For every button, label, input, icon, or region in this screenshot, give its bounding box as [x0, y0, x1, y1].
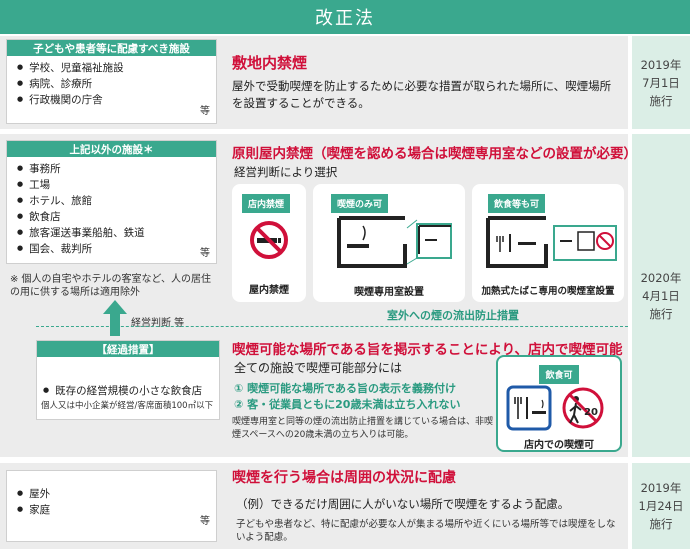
section3-box: 屋外 家庭 等: [6, 470, 217, 542]
section3-note: 子どもや患者など、特に配慮が必要な人が集まる場所や近くにいる場所等では喫煙をしな…: [236, 519, 616, 543]
list-item: ホテル、旅館: [17, 194, 216, 210]
section2-note: ※ 個人の自宅やホテルの客室など、人の居住の用に供する場所は適用除外: [10, 274, 212, 298]
section2-list: 事務所 工場 ホテル、旅館 飲食店 旅客運送事業船舶、鉄道 国会、裁判所: [7, 157, 216, 258]
card-no-smoking: 店内禁煙 屋内禁煙: [232, 184, 306, 302]
date-year: 2019年: [640, 481, 682, 495]
heated-tobacco-room-icon: [486, 216, 617, 268]
divider: [36, 326, 628, 327]
section3-date: 2019年 1月24日 施行: [632, 463, 690, 549]
transition-sub: 個人又は中小企業が経営/客席面積100㎡以下: [41, 401, 214, 411]
date-enforce: 施行: [649, 517, 673, 531]
card-tag: 飲食等も可: [488, 194, 546, 213]
list-item: 行政機関の庁舎: [17, 93, 216, 109]
list-item: 家庭: [17, 503, 216, 519]
no-smoking-icon: [250, 221, 288, 259]
date-day: 7月1日: [642, 75, 680, 90]
section3-title: 喫煙を行う場合は周囲の状況に配慮: [232, 470, 456, 486]
date-year: 2020年: [640, 270, 682, 285]
card-caption: 喫煙専用室設置: [354, 287, 424, 298]
section1-list: 学校、児童福祉施設 病院、診療所 行政機関の庁舎: [7, 56, 216, 109]
section2-date: 2020年 4月1日 施行: [632, 134, 690, 457]
transition-label: 【経過措置】: [37, 341, 219, 357]
section1-title: 敷地内禁煙: [232, 54, 308, 72]
smoking-room-icon: [337, 216, 452, 268]
transition-point-1: ① 喫煙可能な場所である旨の表示を義務付け: [234, 382, 457, 395]
arrow-up-icon: [103, 300, 127, 336]
list-item: 工場: [17, 178, 216, 194]
card-tag: 店内禁煙: [242, 194, 291, 213]
card-smoking-allowed: 飲食可 20 店内での喫煙可: [496, 355, 622, 452]
section3-etc: 等: [200, 516, 210, 527]
section3-list: 屋外 家庭: [7, 471, 216, 519]
section2-facilities-box: 上記以外の施設＊ 事務所 工場 ホテル、旅館 飲食店 旅客運送事業船舶、鉄道 国…: [6, 140, 217, 264]
transition-footnote: 喫煙専用室と同等の煙の流出防止措置を講じている場合は、非喫煙スペースへの20歳未…: [232, 417, 494, 440]
transition-point-2: ② 客・従業員ともに20歳未満は立ち入れない: [234, 398, 461, 411]
section1-date: 2019年 7月1日 施行: [632, 36, 690, 129]
date-day: 1月24日: [638, 499, 684, 513]
no-under-20-icon: [562, 387, 604, 429]
dining-smoking-icon: [506, 385, 552, 431]
section1-description: 屋外で受動喫煙を防止するために必要な措置が取られた場所に、喫煙場所を設置すること…: [232, 79, 612, 110]
list-item: 飲食店: [17, 210, 216, 226]
section1-etc: 等: [200, 106, 210, 117]
date-enforce: 施行: [649, 306, 673, 321]
list-item: 病院、診療所: [17, 77, 216, 93]
date-enforce: 施行: [649, 93, 673, 108]
header-title: 改正法: [0, 0, 690, 34]
list-item: 旅客運送事業船舶、鉄道: [17, 226, 216, 242]
section2-title: 原則屋内禁煙（喫煙を認める場合は喫煙専用室などの設置が必要）: [232, 146, 637, 162]
transition-box: 【経過措置】 既存の経営規模の小さな飲食店 個人又は中小企業が経営/客席面積10…: [36, 340, 220, 420]
section2-subtitle: 経営判断により選択: [234, 165, 338, 179]
section3-example: （例）できるだけ周囲に人がいない場所で喫煙をするよう配慮。: [236, 497, 570, 511]
list-item: 国会、裁判所: [17, 242, 216, 258]
transition-list: 既存の経営規模の小さな飲食店: [37, 357, 219, 400]
list-item: 学校、児童福祉施設: [17, 61, 216, 77]
card-caption: 加熱式たばこ専用の喫煙室設置: [481, 286, 615, 297]
section2-etc: 等: [200, 248, 210, 259]
card-caption: 店内での喫煙可: [524, 440, 594, 451]
date-day: 4月1日: [642, 288, 680, 303]
date-year: 2019年: [640, 57, 682, 72]
card-tag: 飲食可: [539, 365, 579, 384]
outdoor-note: 室外への煙の流出防止措置: [387, 309, 519, 322]
list-item: 事務所: [17, 162, 216, 178]
section1-label: 子どもや患者等に配慮すべき施設: [7, 40, 216, 56]
card-tag: 喫煙のみ可: [331, 194, 389, 213]
section1-facilities-box: 子どもや患者等に配慮すべき施設 学校、児童福祉施設 病院、診療所 行政機関の庁舎…: [6, 39, 217, 124]
list-item: 屋外: [17, 487, 216, 503]
sign-number: 20: [584, 407, 598, 418]
section2-label: 上記以外の施設＊: [7, 141, 216, 157]
card-caption: 屋内禁煙: [249, 285, 289, 296]
card-heated-tobacco: 飲食等も可 加熱式たばこ専用の喫煙室設置: [472, 184, 624, 302]
list-item: 既存の経営規模の小さな飲食店: [43, 384, 219, 400]
card-smoking-room: 喫煙のみ可 喫煙専用室設置: [313, 184, 465, 302]
transition-lead: 全ての施設で喫煙可能部分には: [234, 361, 403, 375]
